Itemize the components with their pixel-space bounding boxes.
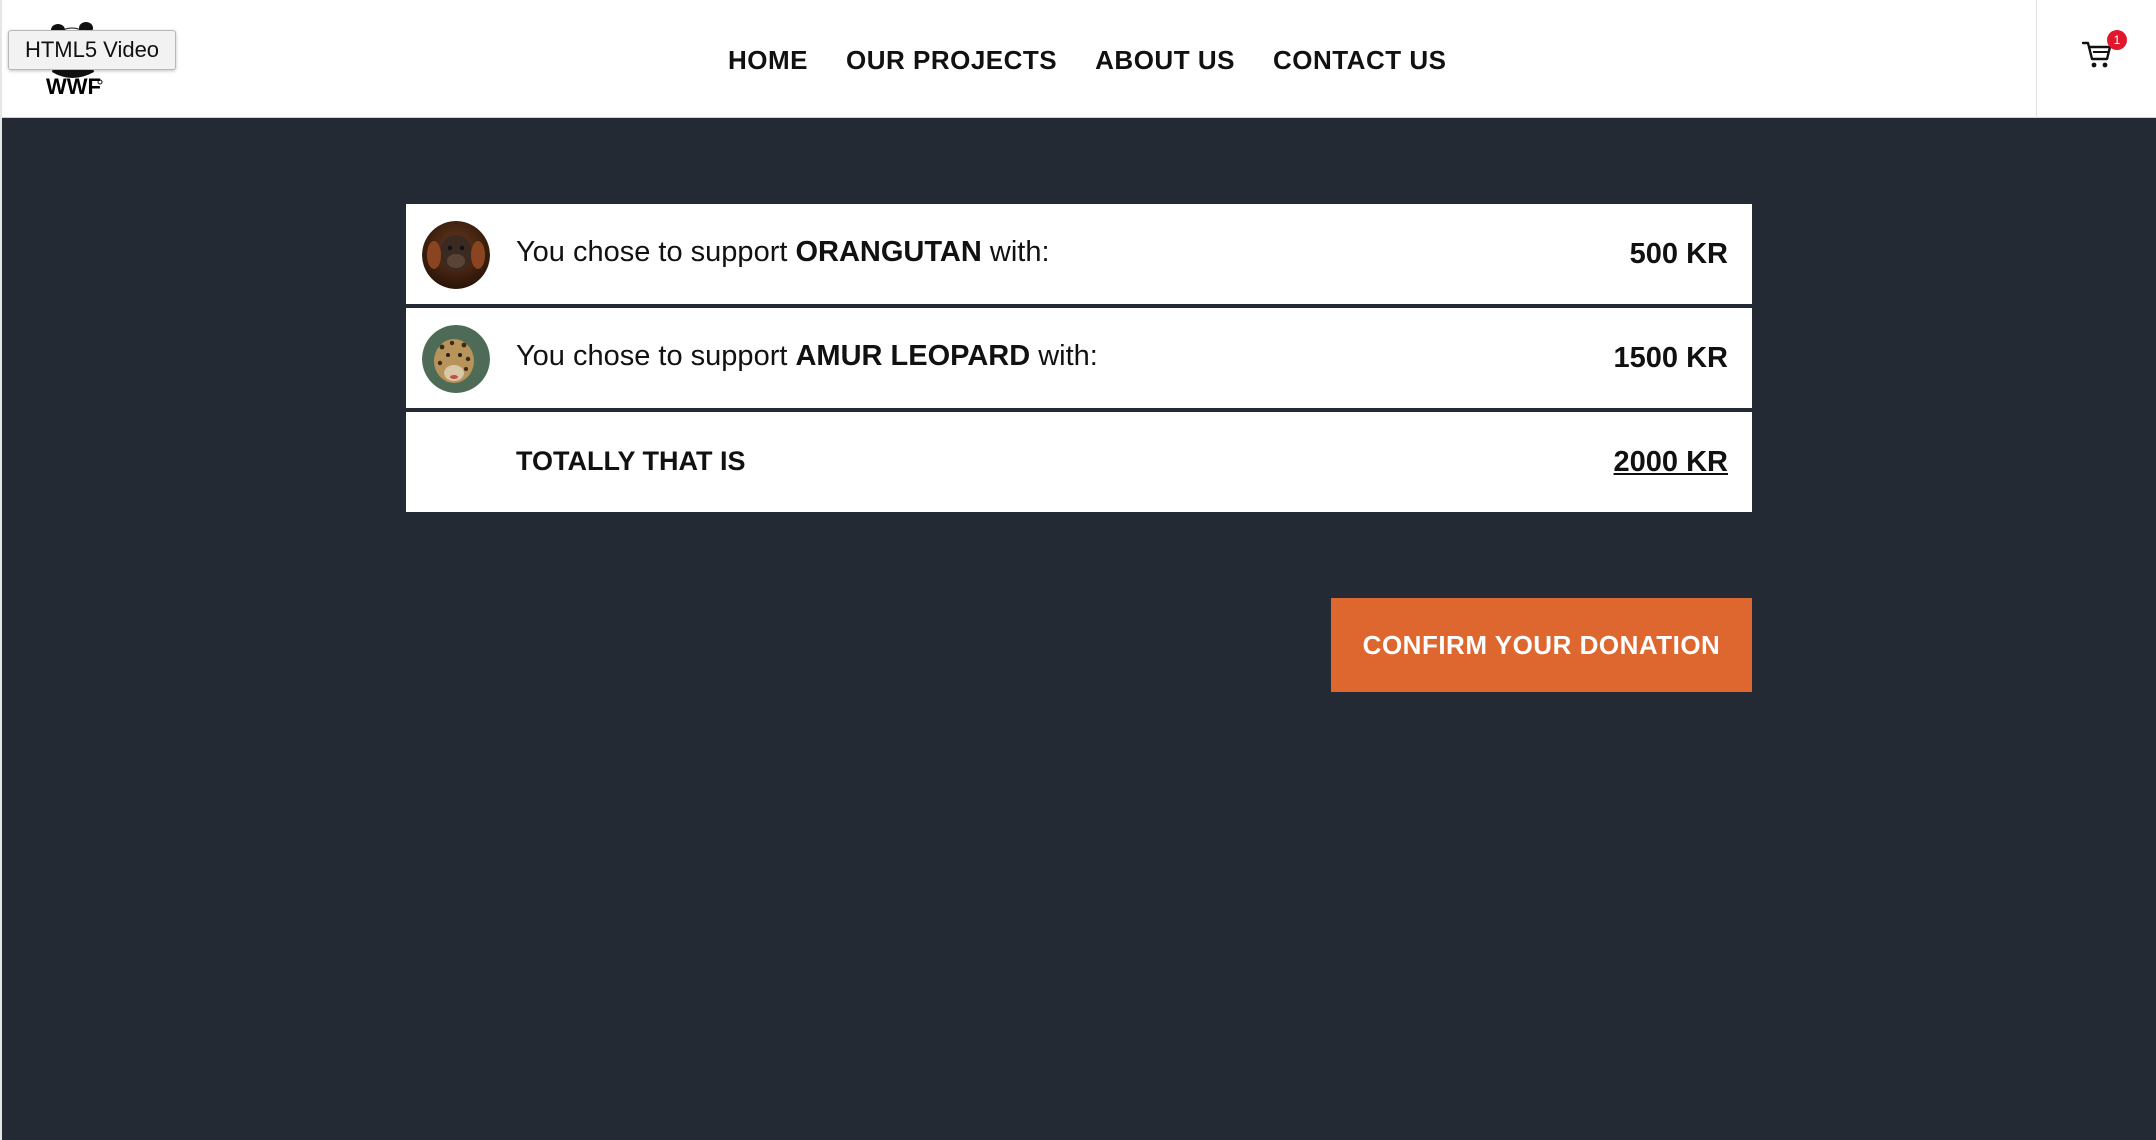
donation-amount: 1500 KR [1613,342,1728,374]
total-amount: 2000 KR [1613,446,1728,478]
donation-text: You chose to support AMUR LEOPARD with: [516,340,1098,372]
main-nav: HOME OUR PROJECTS ABOUT US CONTACT US [728,40,1446,80]
page: WWF HTML5 Video HOME OUR PROJECTS ABOUT … [0,0,2156,1140]
cart-badge: 1 [2107,30,2127,50]
html5-video-tooltip: HTML5 Video [8,30,176,70]
total-label: TOTALLY THAT IS [516,446,746,476]
donation-amount: 500 KR [1629,238,1728,270]
donation-summary: You chose to support ORANGUTAN with: 500… [406,204,1752,516]
nav-home[interactable]: HOME [728,45,808,76]
logo-text: WWF [46,74,101,99]
confirm-donation-button[interactable]: CONFIRM YOUR DONATION [1331,598,1752,692]
nav-our-projects[interactable]: OUR PROJECTS [846,45,1057,76]
main-content: You chose to support ORANGUTAN with: 500… [2,118,2156,1140]
cart-button[interactable]: 1 [2036,0,2156,118]
nav-contact-us[interactable]: CONTACT US [1273,45,1447,76]
donation-row: You chose to support ORANGUTAN with: 500… [406,204,1752,304]
site-header: WWF HTML5 Video HOME OUR PROJECTS ABOUT … [2,0,2156,118]
animal-name: AMUR LEOPARD [795,340,1031,372]
donation-row: You chose to support AMUR LEOPARD with: … [406,308,1752,408]
animal-name: ORANGUTAN [795,236,982,268]
donation-text: You chose to support ORANGUTAN with: [516,236,1050,268]
total-row: TOTALLY THAT IS 2000 KR [406,412,1752,512]
nav-about-us[interactable]: ABOUT US [1095,45,1235,76]
orangutan-avatar-icon [422,221,490,289]
leopard-avatar-icon [422,325,490,393]
